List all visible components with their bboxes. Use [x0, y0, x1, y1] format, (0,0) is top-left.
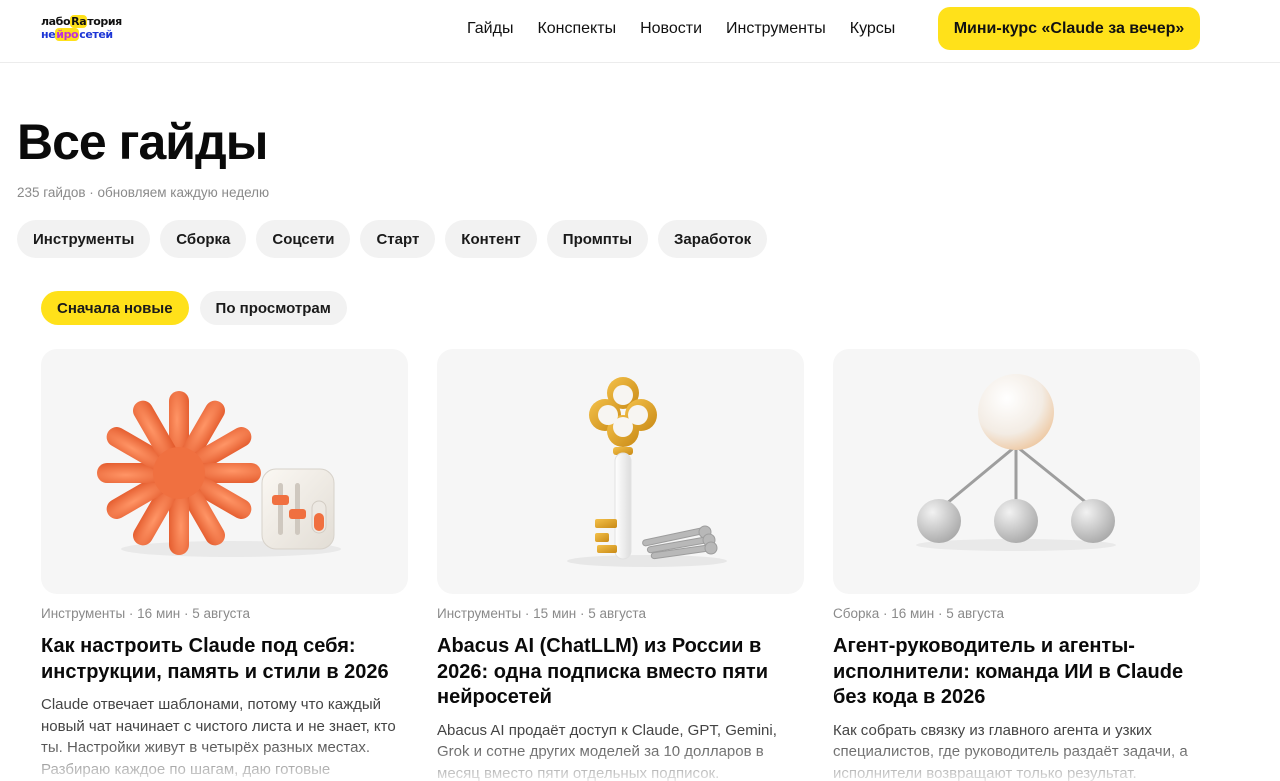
guide-card-title[interactable]: Abacus AI (ChatLLM) из России в 2026: од… — [437, 634, 804, 711]
site-header: лабоRaтория нейросетей Гайды Конспекты Н… — [0, 0, 1280, 63]
guide-card-meta: Инструменты · 15 мин · 5 августа — [437, 606, 646, 621]
guide-card-description: Abacus AI продаёт доступ к Claude, GPT, … — [437, 721, 777, 781]
guide-card-meta: Инструменты · 16 мин · 5 августа — [41, 606, 250, 621]
category-chip-content[interactable]: Контент — [445, 220, 537, 258]
site-logo[interactable]: лабоRaтория нейросетей — [41, 15, 131, 43]
category-chip-start[interactable]: Старт — [360, 220, 436, 258]
nav-item-notes[interactable]: Конспекты — [525, 18, 628, 40]
sort-toggle: Сначала новые По просмотрам — [41, 291, 347, 325]
guide-card-title[interactable]: Как настроить Claude под себя: инструкци… — [41, 634, 408, 685]
page-title: Все гайды — [17, 114, 268, 170]
nav-item-news[interactable]: Новости — [628, 18, 714, 40]
guide-card-image[interactable] — [833, 349, 1200, 594]
asterisk-sliders-icon — [97, 391, 341, 557]
category-chip-tools[interactable]: Инструменты — [17, 220, 151, 258]
logo-line-2: нейросетей — [41, 28, 131, 41]
logo-text-c: тория — [87, 15, 122, 28]
sort-newest-button[interactable]: Сначала новые — [41, 291, 189, 325]
logo-line-1: лабоRaтория — [41, 15, 131, 28]
guide-card-description: Claude отвечает шаблонами, потому что ка… — [41, 696, 396, 778]
logo-text-highlight: Ra — [70, 15, 88, 28]
nav-item-courses[interactable]: Курсы — [838, 18, 908, 40]
guide-card-title[interactable]: Агент-руководитель и агенты-исполнители:… — [833, 634, 1200, 711]
page-subtitle: 235 гайдов · обновляем каждую неделю — [17, 185, 270, 200]
guide-card[interactable]: Инструменты · 15 мин · 5 августа Abacus … — [437, 349, 804, 781]
category-chip-earnings[interactable]: Заработок — [658, 220, 768, 258]
category-chip-social[interactable]: Соцсети — [256, 220, 351, 258]
logo-text-d: не — [41, 28, 56, 41]
logo-text-a: лабо — [41, 15, 71, 28]
main-nav: Гайды Конспекты Новости Инструменты Курс… — [455, 18, 907, 40]
category-chip-prompts[interactable]: Промпты — [546, 220, 649, 258]
category-chip-build[interactable]: Сборка — [160, 220, 247, 258]
logo-text-e: йро — [55, 28, 80, 41]
nav-item-guides[interactable]: Гайды — [455, 18, 525, 40]
guide-card-meta: Сборка · 16 мин · 5 августа — [833, 606, 1004, 621]
agent-tree-icon — [916, 374, 1116, 551]
nav-item-tools[interactable]: Инструменты — [714, 18, 838, 40]
sort-popular-button[interactable]: По просмотрам — [199, 291, 347, 325]
guide-card-image[interactable] — [437, 349, 804, 594]
mini-course-button[interactable]: Мини-курс «Claude за вечер» — [938, 7, 1200, 50]
guide-card[interactable]: Инструменты · 16 мин · 5 августа Как нас… — [41, 349, 408, 780]
guide-card[interactable]: Сборка · 16 мин · 5 августа Агент-руково… — [833, 349, 1200, 781]
logo-text-f: сетей — [79, 28, 113, 41]
guide-card-image[interactable] — [41, 349, 408, 594]
golden-key-icon — [567, 377, 727, 567]
guide-card-description: Как собрать связку из главного агента и … — [833, 721, 1188, 781]
category-filters: Инструменты Сборка Соцсети Старт Контент… — [17, 220, 768, 258]
